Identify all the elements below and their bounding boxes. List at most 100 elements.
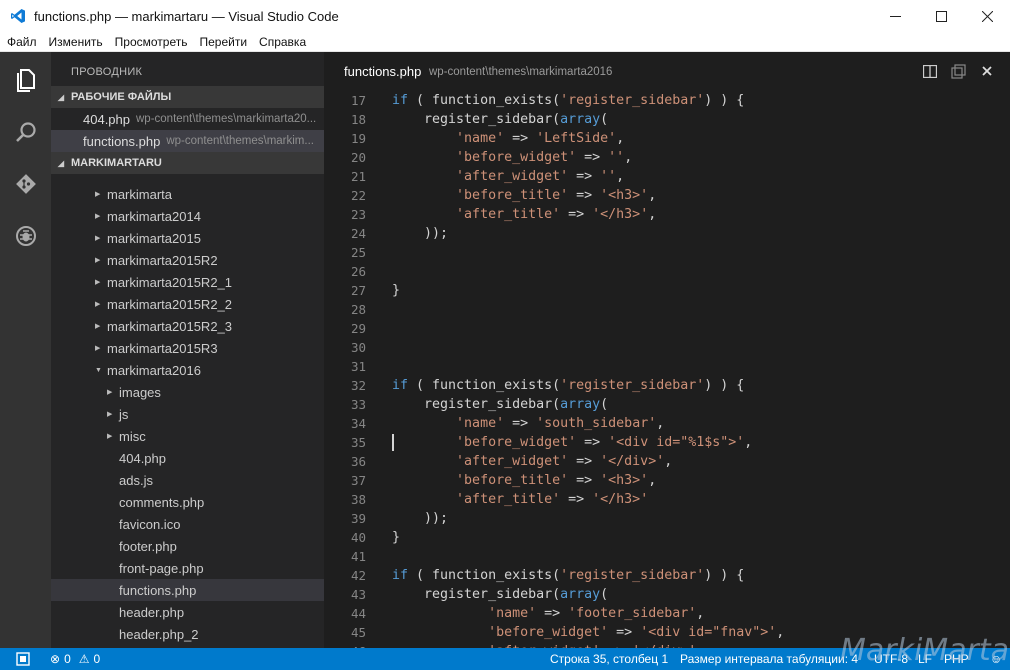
code-token: register_sidebar( [392,587,561,602]
line-source: 'before_widget' => '<div id="fnav">', [392,623,784,642]
code-token: , [616,131,625,146]
tree-folder[interactable]: ▶ misc [51,425,324,447]
split-editor-button[interactable] [921,62,939,80]
code-line: 18 register_sidebar(array( [324,110,1010,129]
code-token: , [624,150,633,165]
code-line: 28 [324,300,1010,319]
cursor-position[interactable]: Строка 35, столбец 1 [550,648,668,670]
tree-item-label: functions.php [119,582,197,598]
tree-file[interactable]: favicon.ico [51,513,324,535]
explorer-button[interactable] [0,56,51,104]
line-source: 'before_title' => '<h3>', [392,471,656,490]
chevron-right-icon: ▶ [95,323,101,330]
close-button[interactable] [964,0,1010,32]
code-line: 23 'after_title' => '</h3>', [324,205,1010,224]
code-line: 29 [324,319,1010,338]
line-source: 'name' => 'LeftSide', [392,129,624,148]
tree-file[interactable]: ads.js [51,469,324,491]
problems-indicator[interactable]: ⊗ 0 ⚠ 0 [50,648,100,670]
feedback-button[interactable] [16,648,30,670]
debug-button[interactable] [0,212,51,260]
tree-file[interactable]: header.php [51,601,324,623]
code-token: '' [600,169,617,184]
menu-file[interactable]: Файл [7,35,37,49]
line-number: 31 [350,359,366,374]
code-token: , [656,416,665,431]
tree-file[interactable]: header.php_2 [51,623,324,645]
tree-folder[interactable]: ▶ markimarta [51,183,324,205]
line-number: 29 [350,321,366,336]
code-line: 25 [324,243,1010,262]
tree-folder[interactable]: ▶ markimarta2015 [51,227,324,249]
code-token: 'register_sidebar' [560,378,705,393]
menu-view[interactable]: Просмотреть [115,35,188,49]
tree-folder[interactable]: ▶ markimarta2015R2 [51,249,324,271]
code-line: 20 'before_widget' => '', [324,148,1010,167]
menu-goto[interactable]: Перейти [199,35,247,49]
code-token: if [392,378,409,393]
open-editor-item-active[interactable]: functions.php wp-content\themes\markim..… [51,130,324,152]
maximize-button[interactable] [918,0,964,32]
line-source: 'name' => 'footer_sidebar', [392,604,704,623]
menu-edit[interactable]: Изменить [49,35,103,49]
tree-folder[interactable]: ▶ markimarta2015R2_1 [51,271,324,293]
open-editor-name: 404.php [83,111,130,127]
code-token: '</h3>' [592,207,649,222]
tree-file[interactable]: front-page.php [51,557,324,579]
line-source: 'before_title' => '<h3>', [392,186,656,205]
line-number: 21 [350,169,366,184]
line-number: 37 [350,473,366,488]
code-token: 'footer_sidebar' [568,606,697,621]
close-editor-button[interactable] [978,62,996,80]
code-token: => [608,625,641,640]
tree-file[interactable]: functions.php [51,579,324,601]
code-token: 'before_title' [456,473,569,488]
search-icon [15,122,36,142]
tab-size[interactable]: Размер интервала табуляции: 4 [680,648,858,670]
line-source: if ( function_exists('register_sidebar')… [392,91,744,110]
tree-file[interactable]: 404.php [51,447,324,469]
open-editors-header[interactable]: ◢ РАБОЧИЕ ФАЙЛЫ [51,86,324,108]
tree-file[interactable]: footer.php [51,535,324,557]
tree-folder[interactable]: ▶ markimarta2015R3 [51,337,324,359]
open-editor-name: functions.php [83,133,161,149]
menu-help[interactable]: Справка [259,35,306,49]
editor-tab-title[interactable]: functions.php [344,64,421,79]
line-number: 30 [350,340,366,355]
tree-folder[interactable]: ▶ images [51,381,324,403]
tree-folder[interactable]: ▶ markimarta2014 [51,205,324,227]
tree-folder[interactable]: ▼ markimarta2016 [51,359,324,381]
line-source: 'name' => 'south_sidebar', [392,414,664,433]
open-changes-button[interactable] [949,62,967,80]
line-number: 34 [350,416,366,431]
open-editor-item[interactable]: 404.php wp-content\themes\markimarta20..… [51,108,324,130]
tree-folder[interactable]: ▶ js [51,403,324,425]
folder-header[interactable]: ◢ MARKIMARTARU [51,152,324,174]
code-token: , [616,169,625,184]
git-button[interactable] [0,160,51,208]
code-area[interactable]: 17 if ( function_exists('register_sidebar… [324,90,1010,648]
tree-folder[interactable]: ▶ markimarta2015R2_2 [51,293,324,315]
chevron-right-icon: ▶ [107,433,113,440]
menu-bar: Файл Изменить Просмотреть Перейти Справк… [0,32,1010,52]
code-token: , [744,435,753,450]
tree-file[interactable]: comments.php [51,491,324,513]
line-source: 'after_title' => '</h3>', [392,205,656,224]
tree-item-label: header.php [119,604,185,620]
tree-item-label: js [119,406,129,422]
search-button[interactable] [0,108,51,156]
tree-folder[interactable]: ▶ markimarta2015R2_3 [51,315,324,337]
files-icon [16,69,35,92]
open-changes-icon [950,63,966,79]
code-token: => [568,188,601,203]
minimize-button[interactable] [872,0,918,32]
chevron-right-icon: ▶ [107,411,113,418]
line-source: 'after_widget' => '</div>', [392,452,672,471]
activity-bar [0,52,51,648]
